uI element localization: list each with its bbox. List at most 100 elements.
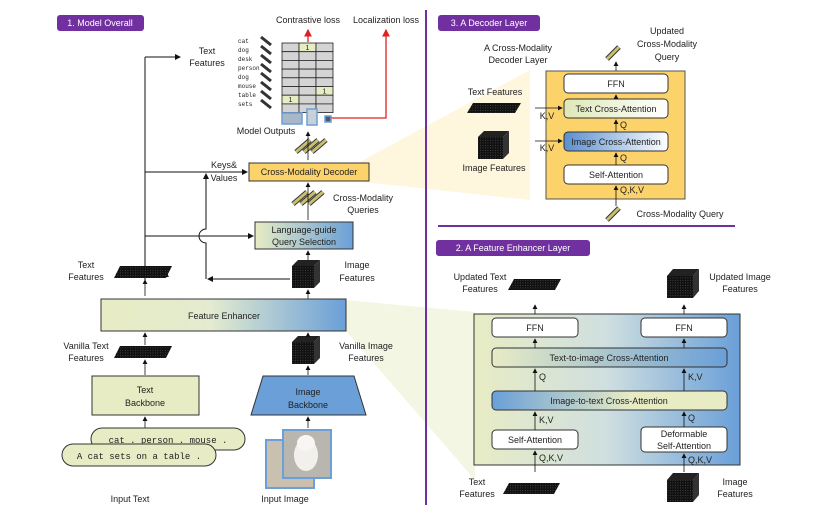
output-queries-icon (294, 138, 328, 154)
token-embedding-icon (260, 44, 272, 56)
panel2-title: 2. A Feature Enhancer Layer (456, 243, 571, 253)
token-embedding-icon (260, 53, 272, 65)
text-to-image-attention-label: Text-to-image Cross-Attention (549, 353, 668, 363)
queries-label-l1: Cross-Modality (333, 193, 394, 203)
token-embedding-icon (260, 62, 272, 74)
query-selection-l1: Language-guide (271, 225, 336, 235)
vanilla-image-l1: Vanilla Image (339, 341, 393, 351)
grid-cell (298, 60, 317, 70)
decoder-kv-label-2: K,V (540, 143, 555, 153)
grid-cell (315, 51, 334, 61)
similarity-grid: 1 1 1 (281, 42, 334, 114)
image-features-l2: Features (339, 273, 375, 283)
decoder-image-features-cube (478, 131, 509, 159)
prompt-sentence-text: A cat sets on a table . (77, 452, 201, 462)
vanilla-image-cube (292, 336, 320, 364)
updated-image-l1: Updated Image (709, 272, 771, 282)
enhancer-text-features-tensor (503, 483, 560, 494)
text-features-l1: Text (78, 260, 95, 270)
decoder-layer-label-l2: Decoder Layer (488, 55, 547, 65)
deformable-l1: Deformable (661, 429, 708, 439)
enhancer-qkv-label-1: Q,K,V (539, 453, 563, 463)
output-box-thumb-3 (324, 115, 332, 123)
updated-image-cube (667, 269, 699, 298)
grid-cell (281, 103, 300, 114)
enhancer-zoom-projection (345, 300, 475, 480)
grid-cell (281, 60, 300, 70)
vanilla-text-l1: Vanilla Text (63, 341, 109, 351)
grid-cell (281, 77, 300, 87)
enhancer-image-features-l2: Features (717, 489, 753, 499)
decoder-q-label-1: Q (620, 120, 627, 130)
updated-query-pencil-icon (605, 45, 621, 61)
token-list: cat dog desk person dog mouse table sets (238, 35, 272, 110)
grid-cell-value: 1 (323, 89, 327, 96)
localization-arrow (330, 28, 390, 119)
panel1-title: 1. Model Overall (67, 18, 133, 28)
token-embedding-icon (260, 89, 272, 101)
grid-cell (315, 68, 334, 79)
token-label: sets (238, 101, 253, 108)
token-label: cat (238, 38, 249, 45)
panel3-title: 3. A Decoder Layer (451, 18, 528, 28)
input-query-label: Cross-Modality Query (636, 209, 724, 219)
vanilla-text-tensor (114, 346, 172, 358)
grid-cell (281, 68, 300, 79)
updated-query-l2: Cross-Modality (637, 39, 698, 49)
feature-enhancer-label: Feature Enhancer (188, 311, 260, 321)
token-embedding-icon (260, 98, 272, 110)
enhancer-image-features-l1: Image (722, 477, 747, 487)
token-embedding-icon (260, 80, 272, 92)
updated-query-l3: Query (655, 52, 680, 62)
output-box-thumb-1 (281, 112, 303, 125)
input-text-label: Input Text (111, 494, 150, 504)
image-ffn-label: FFN (675, 323, 693, 333)
text-features-l2: Features (68, 272, 104, 282)
text-features-top-l1: Text (199, 46, 216, 56)
grid-cell (298, 86, 317, 96)
keys-values-l2: Values (211, 173, 238, 183)
cross-modality-decoder-label: Cross-Modality Decoder (261, 167, 358, 177)
text-features-tensor (114, 266, 172, 278)
input-image-label: Input Image (261, 494, 309, 504)
localization-loss-label: Localization loss (353, 15, 420, 25)
text-self-attention-label: Self-Attention (508, 435, 562, 445)
image-backbone-l2: Backbone (288, 400, 328, 410)
token-label: dog (238, 47, 249, 54)
contrastive-loss-label: Contrastive loss (276, 15, 341, 25)
grid-cell (298, 77, 317, 87)
updated-text-tensor (508, 279, 561, 290)
grid-cell (298, 68, 317, 79)
decoder-text-features-label: Text Features (468, 87, 523, 97)
text-features-top-l2: Features (189, 58, 225, 68)
grid-cell (315, 60, 334, 70)
enhancer-qkv-label-2: Q,K,V (688, 455, 712, 465)
decoder-image-features-label: Image Features (462, 163, 526, 173)
enhancer-text-features-l1: Text (469, 477, 486, 487)
input-query-pencil-icon (605, 206, 621, 222)
enhancer-kv-label-2: K,V (539, 415, 554, 425)
grid-cell (315, 103, 334, 114)
vanilla-text-l2: Features (68, 353, 104, 363)
image-backbone-l1: Image (295, 387, 320, 397)
grid-cell (298, 51, 317, 61)
token-label: mouse (238, 83, 256, 90)
text-cross-attention-label: Text Cross-Attention (575, 104, 656, 114)
model-outputs-label: Model Outputs (237, 126, 296, 136)
token-label: desk (238, 56, 253, 63)
grid-cell (315, 77, 334, 87)
text-backbone-l2: Backbone (125, 398, 165, 408)
enhancer-text-features-l2: Features (459, 489, 495, 499)
enhancer-kv-label-1: K,V (688, 372, 703, 382)
token-label: person (238, 65, 260, 72)
updated-query-l1: Updated (650, 26, 684, 36)
grid-cell-value: 1 (306, 45, 310, 52)
image-to-text-attention-label: Image-to-text Cross-Attention (550, 396, 668, 406)
queries-label-l2: Queries (347, 205, 379, 215)
token-embedding-icon (260, 71, 272, 83)
grid-cell (281, 86, 300, 96)
decoder-q-label-2: Q (620, 153, 627, 163)
grid-cell-value: 1 (289, 97, 293, 104)
token-label: table (238, 92, 256, 99)
enhancer-image-features-cube (667, 473, 699, 502)
